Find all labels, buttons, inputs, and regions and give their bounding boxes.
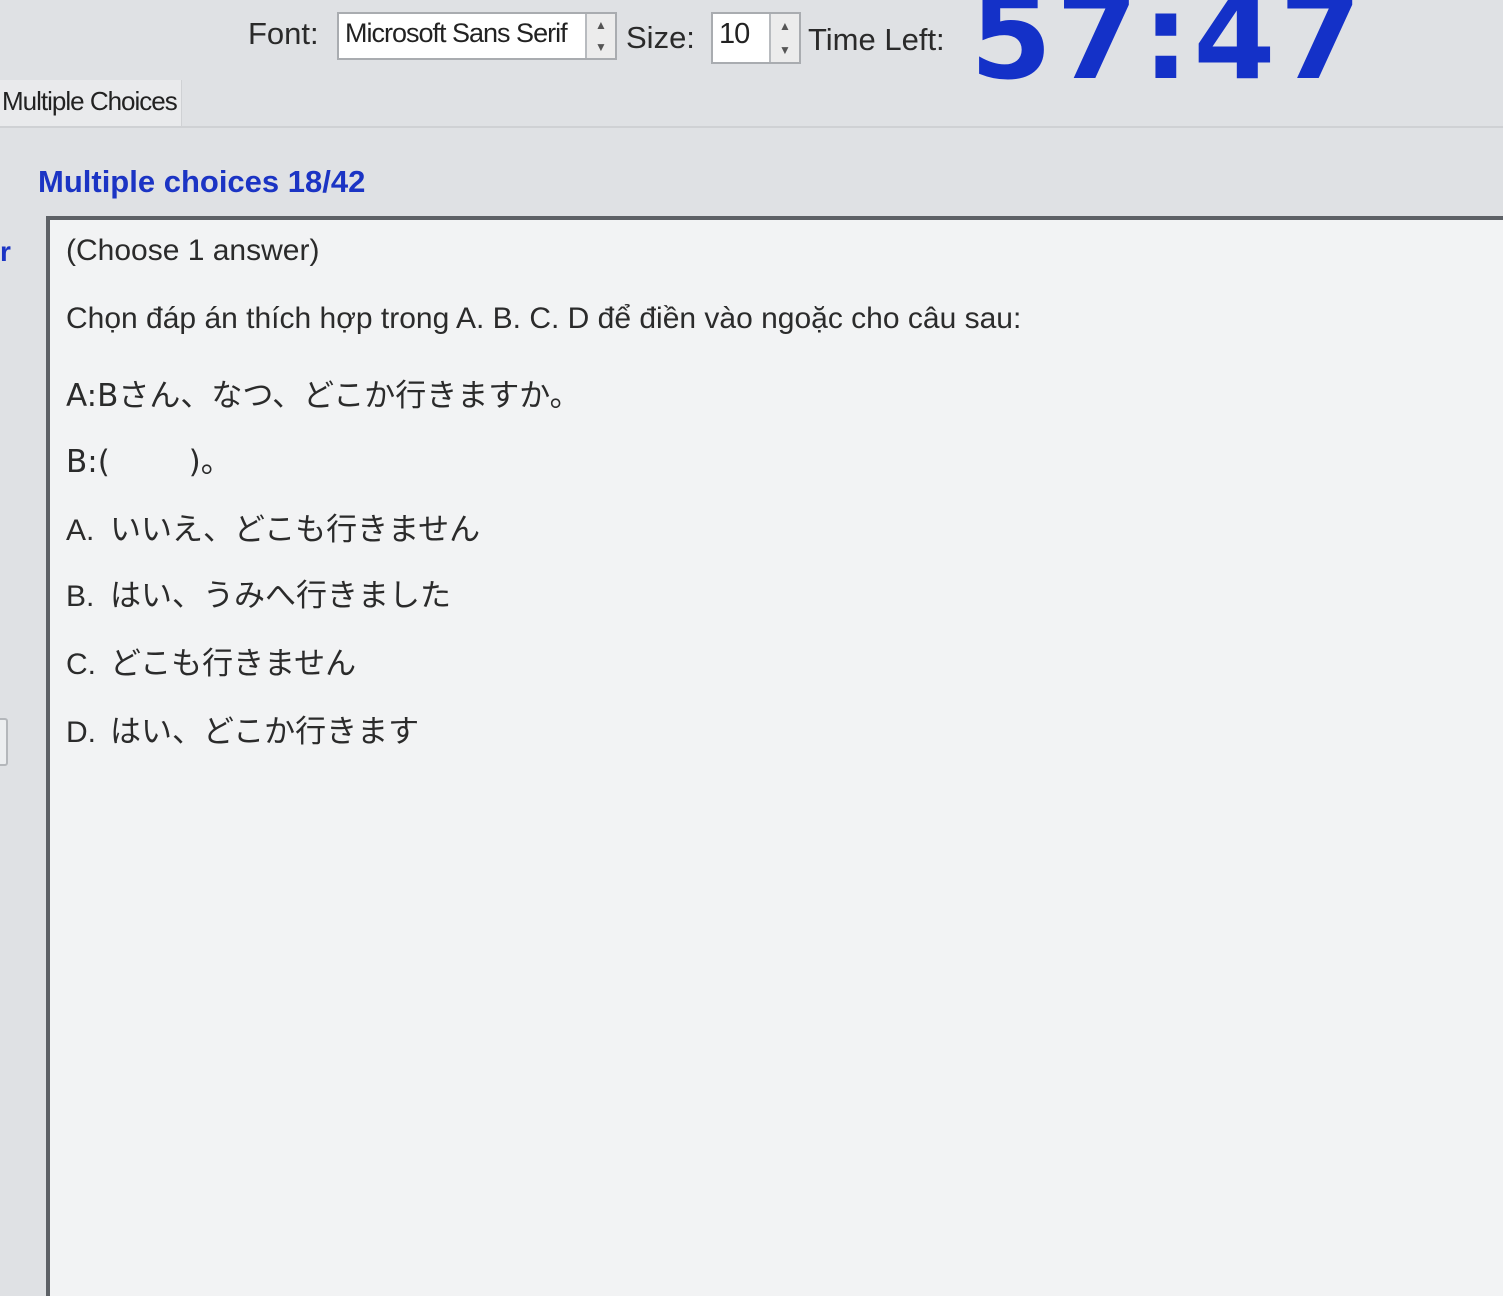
- option-letter: B.: [66, 580, 95, 613]
- font-selector-value: Microsoft Sans Serif: [345, 18, 568, 48]
- question-counter-title: Multiple choices 18/42: [38, 164, 366, 199]
- question-instruction: (Choose 1 answer): [66, 234, 320, 267]
- answer-option-b[interactable]: B. はい、うみへ行きました: [66, 570, 451, 615]
- dialogue-line-b: B:( )。: [66, 444, 232, 480]
- question-prompt: Chọn đáp án thích hợp trong A. B. C. D đ…: [66, 302, 1022, 335]
- font-label: Font:: [248, 16, 319, 51]
- question-panel: (Choose 1 answer) Chọn đáp án thích hợp …: [46, 216, 1503, 1296]
- option-text: どこも行きません: [110, 646, 357, 682]
- option-text: いいえ、どこも行きません: [110, 512, 481, 548]
- left-panel-control[interactable]: [0, 718, 8, 766]
- size-selector-value: 10: [719, 18, 750, 50]
- dialogue-line-a: A:Bさん、なつ、どこか行きますか。: [66, 378, 581, 414]
- spin-down-icon[interactable]: ▼: [771, 38, 799, 62]
- option-letter: A.: [66, 514, 95, 547]
- tab-strip-divider: [0, 126, 1503, 128]
- tab-multiple-choices[interactable]: Multiple Choices: [0, 80, 182, 126]
- font-selector[interactable]: Microsoft Sans Serif ▲ ▼: [337, 12, 617, 60]
- option-text: はい、どこか行きます: [110, 714, 420, 750]
- font-spinner[interactable]: ▲ ▼: [585, 14, 615, 58]
- option-text: はい、うみへ行きました: [110, 578, 451, 614]
- spin-up-icon[interactable]: ▲: [771, 14, 799, 38]
- time-left-label: Time Left:: [808, 22, 945, 57]
- answer-option-a[interactable]: A. いいえ、どこも行きません: [66, 504, 480, 549]
- spin-down-icon[interactable]: ▼: [587, 36, 615, 58]
- option-letter: C.: [66, 648, 96, 681]
- size-label: Size:: [626, 20, 695, 55]
- size-selector[interactable]: 10 ▲ ▼: [711, 12, 801, 64]
- left-panel-fragment: r: [0, 236, 11, 267]
- spin-up-icon[interactable]: ▲: [587, 14, 615, 36]
- option-letter: D.: [66, 716, 96, 749]
- top-toolbar: Font: Microsoft Sans Serif ▲ ▼ Size: 10 …: [0, 0, 1503, 106]
- answer-option-c[interactable]: C. どこも行きません: [66, 638, 356, 683]
- answer-option-d[interactable]: D. はい、どこか行きます: [66, 706, 419, 751]
- countdown-timer: 57:47: [970, 0, 1366, 106]
- size-spinner[interactable]: ▲ ▼: [769, 14, 799, 62]
